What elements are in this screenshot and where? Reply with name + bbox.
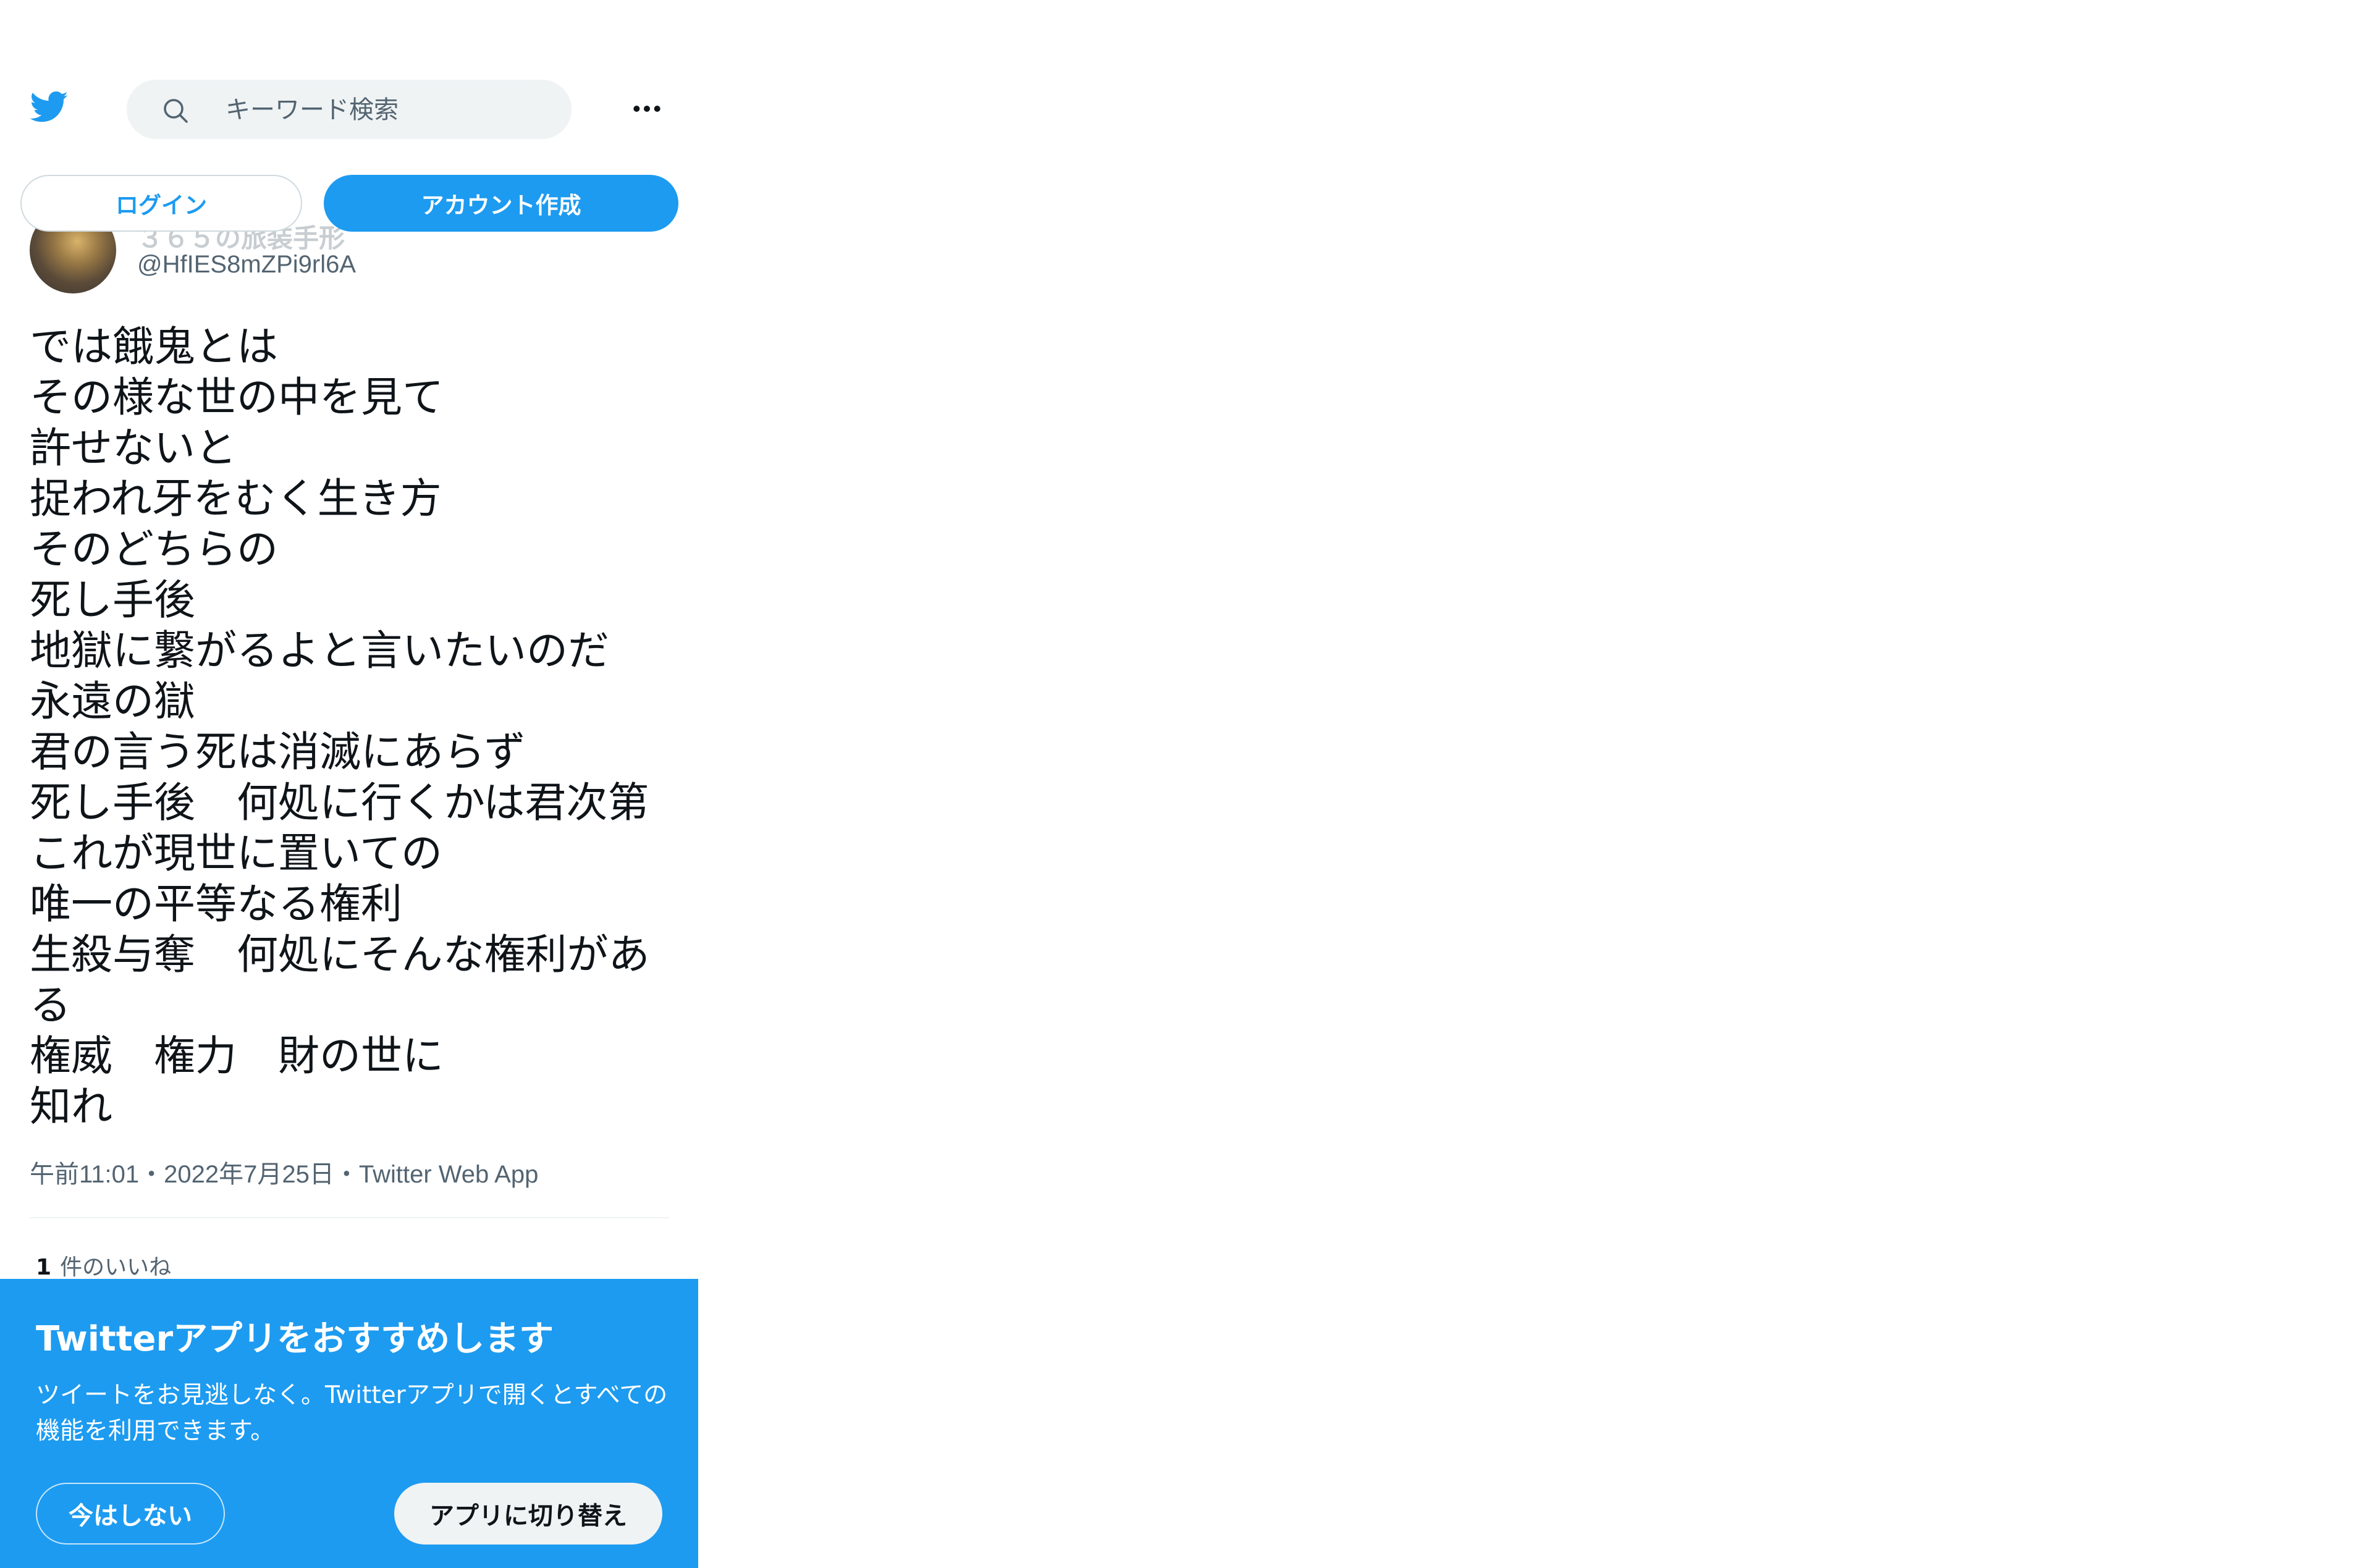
not-now-button[interactable]: 今はしない: [36, 1483, 225, 1545]
tweet-timestamp[interactable]: 午前11:01・2022年7月25日・Twitter Web App: [30, 1154, 538, 1190]
divider: [30, 1217, 669, 1218]
mobile-page: ３６５の旅装手形 @HfIES8mZPi9rl6A ログイン アカウント作成 で…: [0, 0, 698, 1568]
author-handle[interactable]: @HfIES8mZPi9rl6A: [137, 251, 356, 279]
more-dots-icon[interactable]: [631, 96, 662, 121]
switch-to-app-button[interactable]: アプリに切り替え: [394, 1483, 662, 1545]
likes-count[interactable]: 1 件のいいね: [36, 1249, 171, 1281]
search-box[interactable]: [127, 80, 572, 139]
app-promo-banner: Twitterアプリをおすすめします ツイートをお見逃しなく。Twitterアプ…: [0, 1279, 698, 1568]
top-bar: [0, 74, 698, 142]
tweet-text: では餓鬼とは その様な世の中を見て 許せないと 捉われ牙をむく生き方 そのどちら…: [30, 322, 650, 1131]
twitter-bird-icon[interactable]: [27, 88, 72, 126]
likes-number: 1: [36, 1255, 52, 1280]
signup-button[interactable]: アカウント作成: [324, 175, 678, 232]
banner-description: ツイートをお見逃しなく。Twitterアプリで開くとすべての機能を利用できます。: [36, 1381, 668, 1445]
login-button[interactable]: ログイン: [20, 175, 302, 232]
search-icon: [164, 99, 188, 123]
banner-title: Twitterアプリをおすすめします: [36, 1319, 554, 1359]
likes-label: 件のいいね: [60, 1255, 172, 1280]
search-input[interactable]: [224, 91, 548, 129]
